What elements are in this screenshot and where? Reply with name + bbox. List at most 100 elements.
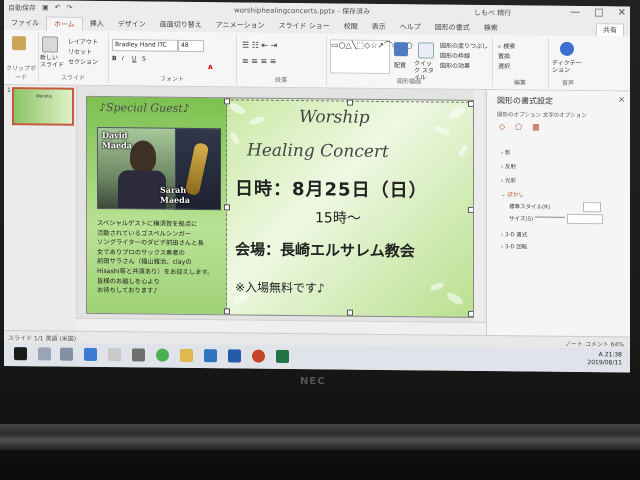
effects-icon[interactable]: ⬠ [515,122,522,131]
pane-option-tabs[interactable]: 図形のオプション 文字のオプション [497,110,587,119]
tab-transitions[interactable]: 画面切り替え [153,18,209,33]
save-icon[interactable]: ▣ [42,3,49,13]
tab-animations[interactable]: アニメーション [209,18,272,33]
layout-button[interactable]: レイアウト [68,37,98,46]
resize-handle[interactable] [224,308,230,315]
shadow-button[interactable]: S [142,55,146,62]
underline-button[interactable]: U [132,55,136,62]
shape-effect-button[interactable]: 図形の効果 [440,61,470,70]
app-icon[interactable] [108,348,121,362]
guest-panel[interactable]: ♪Special Guest♪ David Maeda Sarah Maeda … [87,96,229,315]
pane-item-3d-format[interactable]: › 3-D 書式 [501,230,527,238]
group-voice: ディクテー ション 音声 [548,38,588,88]
resize-handle[interactable] [347,309,353,316]
app-icon[interactable] [132,348,145,362]
powerpoint-icon[interactable] [252,349,265,363]
guest-description[interactable]: スペシャルゲストに横須賀を拠点に 活動されているゴスペルシンガー ソングライター… [97,219,229,297]
app-icon[interactable] [204,349,217,363]
edge-icon[interactable] [84,347,97,361]
undo-icon[interactable]: ↶ [55,4,61,14]
pane-item-reflection[interactable]: › 反射 [501,162,516,170]
resize-handle[interactable] [347,99,353,106]
section-button[interactable]: セクション [68,57,98,66]
pane-item-soft-edges[interactable]: ⌄ ぼかし [501,190,524,198]
reset-button[interactable]: リセット [68,47,92,56]
nec-logo: NEC [300,376,326,387]
quick-style-icon[interactable] [418,42,434,59]
shape-outline-button[interactable]: 図形の枠線 [440,51,470,60]
excel-icon[interactable] [276,349,289,363]
guest-heading: ♪Special Guest♪ [99,100,190,115]
redo-icon[interactable]: ↷ [67,4,73,14]
arrange-icon[interactable] [394,42,408,57]
find-button[interactable]: ⌕ 検索 [498,41,515,51]
task-view-icon[interactable] [60,347,73,361]
slide-thumbnail-1[interactable]: Worship [12,87,74,126]
close-button[interactable]: ✕ [618,7,626,18]
new-slide-button[interactable]: 新しい スライド [40,54,64,68]
system-tray[interactable]: A 21:38 2019/08/11 [587,351,622,367]
dictate-button[interactable]: ディクテー ション [552,60,586,74]
maximize-button[interactable]: □ [594,7,603,18]
tab-insert[interactable]: 挿入 [83,17,111,31]
tab-review[interactable]: 校閲 [337,19,365,33]
microphone-icon[interactable] [560,41,574,56]
pane-item-3d-rotation[interactable]: › 3-D 回転 [501,242,527,250]
fill-line-icon[interactable]: ◇ [499,122,505,131]
tab-shape-format[interactable]: 図形の書式 [428,20,477,35]
group-font: Bradley Hand ITC 48 B I U S A フォント [108,33,237,85]
ime-indicator[interactable]: A [599,351,603,358]
font-name-select[interactable]: Bradley Hand ITC [112,39,178,52]
shapes-gallery[interactable]: ▭○△╲⬚◇☆↗⌒⬭→⬠ [330,39,413,75]
font-size-select[interactable]: 48 [178,39,204,53]
vertical-scrollbar[interactable] [474,89,484,323]
clock-date: 2019/08/11 [587,359,622,367]
bullets-icon[interactable]: ☰ ☷ ⇤ ⇥ [242,40,277,49]
pane-close-button[interactable]: ✕ [618,95,625,104]
preset-style-dropdown[interactable] [583,202,601,213]
thumbnail-number: 1 [7,87,11,95]
tab-help[interactable]: ヘルプ [393,20,428,34]
pane-item-glow[interactable]: › 光彩 [501,176,516,184]
size-slider[interactable] [535,216,565,218]
tab-home[interactable]: ホーム [46,16,83,31]
select-button[interactable]: 選択 [498,61,510,70]
size-input[interactable] [567,213,603,225]
minimize-button[interactable]: — [570,7,580,18]
paste-icon[interactable] [12,36,26,51]
protective-film [0,424,640,450]
format-shape-pane: 図形の書式設定 ✕ 図形のオプション 文字のオプション ◇ ⬠ ▦ › 影 › … [486,90,630,337]
resize-handle[interactable] [224,98,230,105]
resize-handle[interactable] [224,204,230,211]
folder-icon[interactable] [180,348,193,362]
window-title: worshiphealingconcerts.pptx - 保存済み [234,6,371,16]
tab-search[interactable]: 検索 [477,21,505,35]
pane-icon-tabs: ◇ ⬠ ▦ [499,122,540,131]
search-icon[interactable] [38,347,51,361]
size-properties-icon[interactable]: ▦ [532,123,540,132]
tab-view[interactable]: 表示 [365,20,393,34]
bold-button[interactable]: B [112,55,117,62]
group-clipboard: クリップボード [4,32,39,83]
window-controls: — □ ✕ [570,7,626,19]
autosave-label[interactable]: 自動保存 [8,3,36,13]
align-icon[interactable]: ≡ ≡ ≡ ≡ [242,56,276,65]
user-name[interactable]: しもべ 精行 [474,8,511,18]
replace-button[interactable]: 置換 [498,51,510,60]
tab-slideshow[interactable]: スライド ショー [272,19,337,34]
clock-time: 21:38 [604,351,622,359]
arrange-button[interactable]: 配置 [394,60,406,69]
start-icon[interactable] [14,347,27,361]
pane-item-shadow[interactable]: › 影 [501,148,510,156]
font-color-button[interactable]: A [208,64,213,71]
group-paragraph: ☰ ☷ ⇤ ⇥ ≡ ≡ ≡ ≡ 段落 [236,34,327,86]
word-icon[interactable] [228,349,241,363]
italic-button[interactable]: I [122,55,124,62]
tab-file[interactable]: ファイル [4,16,46,30]
tab-design[interactable]: デザイン [111,17,153,31]
slide-canvas[interactable]: ♪Special Guest♪ David Maeda Sarah Maeda … [86,95,474,318]
new-slide-icon[interactable] [42,36,58,53]
chrome-icon[interactable] [156,348,169,362]
screen: 自動保存 ▣ ↶ ↷ worshiphealingconcerts.pptx -… [4,0,630,373]
shape-fill-button[interactable]: 図形の塗りつぶし [440,41,488,51]
